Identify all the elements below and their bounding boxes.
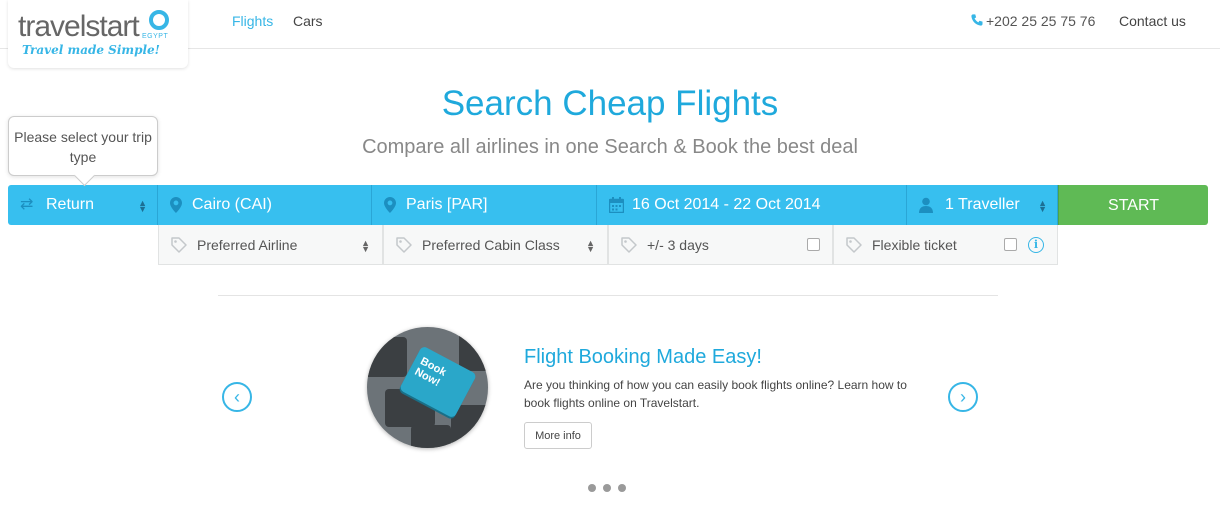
contact-us-link[interactable]: Contact us [1119, 13, 1186, 29]
preferred-airline-label: Preferred Airline [197, 237, 298, 253]
preferred-airline-select[interactable]: Preferred Airline ▲ ▼ [158, 225, 383, 265]
cabin-class-select[interactable]: Preferred Cabin Class ▲ ▼ [383, 225, 608, 265]
logo-ring-icon [149, 10, 169, 30]
nav-flights[interactable]: Flights [232, 13, 273, 29]
promo-title: Flight Booking Made Easy! [524, 346, 762, 368]
carousel-next-button[interactable]: › [948, 382, 978, 412]
logo[interactable]: travelstart EGYPT Travel made Simple! [8, 0, 188, 68]
swap-icon: ⇄ [20, 196, 34, 213]
origin-input[interactable]: Cairo (CAI) [158, 185, 372, 225]
phone-number[interactable]: +202 25 25 75 76 [970, 13, 1095, 29]
person-icon [919, 197, 933, 213]
calendar-icon [609, 197, 624, 213]
chevron-right-icon: › [960, 387, 966, 407]
dates-input[interactable]: 16 Oct 2014 - 22 Oct 2014 [597, 185, 907, 225]
page-title: Search Cheap Flights [441, 84, 779, 123]
carousel-dot[interactable] [618, 484, 626, 492]
start-search-button[interactable]: START [1058, 185, 1208, 225]
carousel-prev-button[interactable]: ‹ [222, 382, 252, 412]
tag-icon [171, 237, 187, 253]
flexible-days-option: +/- 3 days [608, 225, 833, 265]
trip-type-value: Return [46, 196, 95, 213]
travellers-value: 1 Traveller [945, 196, 1020, 213]
flexible-ticket-option: Flexible ticket i [833, 225, 1058, 265]
flexible-ticket-label: Flexible ticket [872, 237, 957, 253]
flexible-ticket-checkbox[interactable] [1004, 238, 1017, 251]
chevron-left-icon: ‹ [234, 387, 240, 407]
logo-country: EGYPT [142, 33, 169, 40]
select-caret-icon: ▲ ▼ [361, 237, 370, 254]
carousel-dot[interactable] [603, 484, 611, 492]
cabin-class-label: Preferred Cabin Class [422, 237, 560, 253]
trip-type-select[interactable]: ⇄ Return ▲ ▼ [8, 185, 158, 225]
logo-tagline: Travel made Simple! [22, 43, 160, 57]
site-header: travelstart EGYPT Travel made Simple! Fl… [0, 0, 1220, 68]
trip-type-tooltip: Please select your trip type [8, 116, 158, 176]
promo-image: Book Now! [367, 327, 488, 448]
promo-description: Are you thinking of how you can easily b… [524, 378, 907, 410]
tag-icon [396, 237, 412, 253]
select-caret-icon: ▲ ▼ [138, 197, 147, 214]
select-caret-icon: ▲ ▼ [586, 237, 595, 254]
destination-input[interactable]: Paris [PAR] [372, 185, 597, 225]
origin-value: Cairo (CAI) [192, 196, 273, 213]
section-divider [218, 295, 998, 296]
more-info-button[interactable]: More info [524, 422, 592, 449]
travellers-select[interactable]: 1 Traveller ▲ ▼ [907, 185, 1058, 225]
page-subtitle: Compare all airlines in one Search & Boo… [362, 136, 858, 158]
phone-text: +202 25 25 75 76 [986, 13, 1096, 29]
select-caret-icon: ▲ ▼ [1038, 197, 1047, 214]
nav-cars[interactable]: Cars [293, 13, 323, 29]
logo-wordmark: travelstart [18, 10, 140, 43]
flexible-days-label: +/- 3 days [647, 237, 709, 253]
carousel-dot[interactable] [588, 484, 596, 492]
dates-value: 16 Oct 2014 - 22 Oct 2014 [632, 196, 821, 213]
flexible-days-checkbox[interactable] [807, 238, 820, 251]
info-icon[interactable]: i [1028, 237, 1044, 253]
location-pin-icon [170, 197, 182, 213]
phone-icon [971, 14, 983, 26]
location-pin-icon [384, 197, 396, 213]
destination-value: Paris [PAR] [406, 196, 488, 213]
tag-icon [846, 237, 862, 253]
tag-icon [621, 237, 637, 253]
